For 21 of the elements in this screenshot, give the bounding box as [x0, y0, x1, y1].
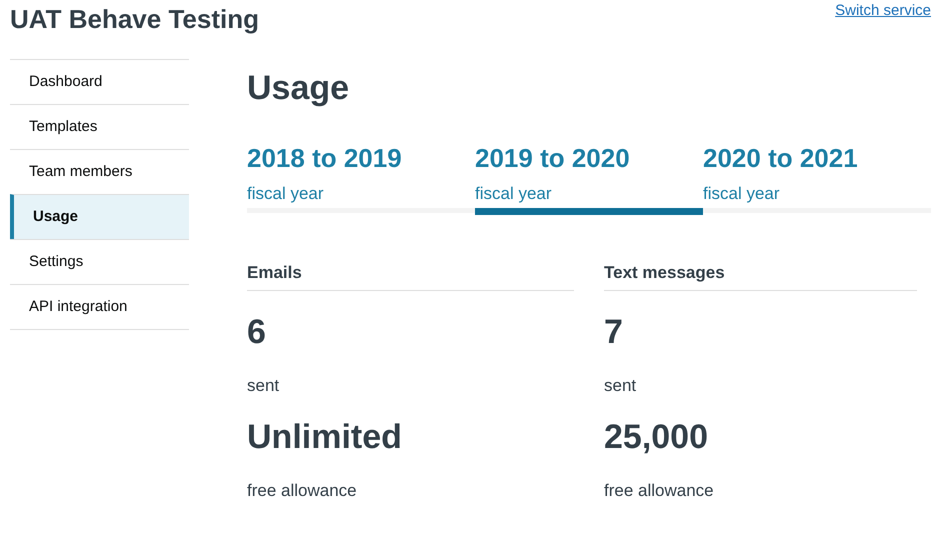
allowance-value: 25,000: [604, 418, 709, 457]
sent-label: sent: [604, 376, 638, 396]
sidebar-item[interactable]: Usage: [10, 194, 189, 239]
allowance-label: free allowance: [604, 481, 715, 501]
sidebar-item[interactable]: API integration: [10, 284, 189, 329]
sent-count: 7: [604, 313, 624, 352]
switch-service-link[interactable]: Switch service: [835, 2, 931, 19]
allowance-label: free allowance: [247, 481, 358, 501]
sidebar-item[interactable]: Dashboard: [10, 59, 189, 104]
sent-count: 6: [247, 313, 267, 352]
sidebar-item[interactable]: Settings: [10, 239, 189, 284]
column-heading: Emails: [247, 263, 574, 291]
service-title: UAT Behave Testing: [10, 4, 259, 35]
sidebar-item[interactable]: Templates: [10, 104, 189, 149]
year-tab[interactable]: 2018 to 2019 fiscal year: [247, 133, 475, 213]
column-heading: Text messages: [604, 263, 917, 291]
year-tab[interactable]: 2020 to 2021 fiscal year: [703, 133, 931, 213]
year-tab[interactable]: 2019 to 2020 fiscal year: [475, 133, 703, 215]
allowance-value: Unlimited: [247, 418, 403, 457]
page-heading: Usage: [247, 69, 350, 109]
sent-label: sent: [247, 376, 280, 396]
